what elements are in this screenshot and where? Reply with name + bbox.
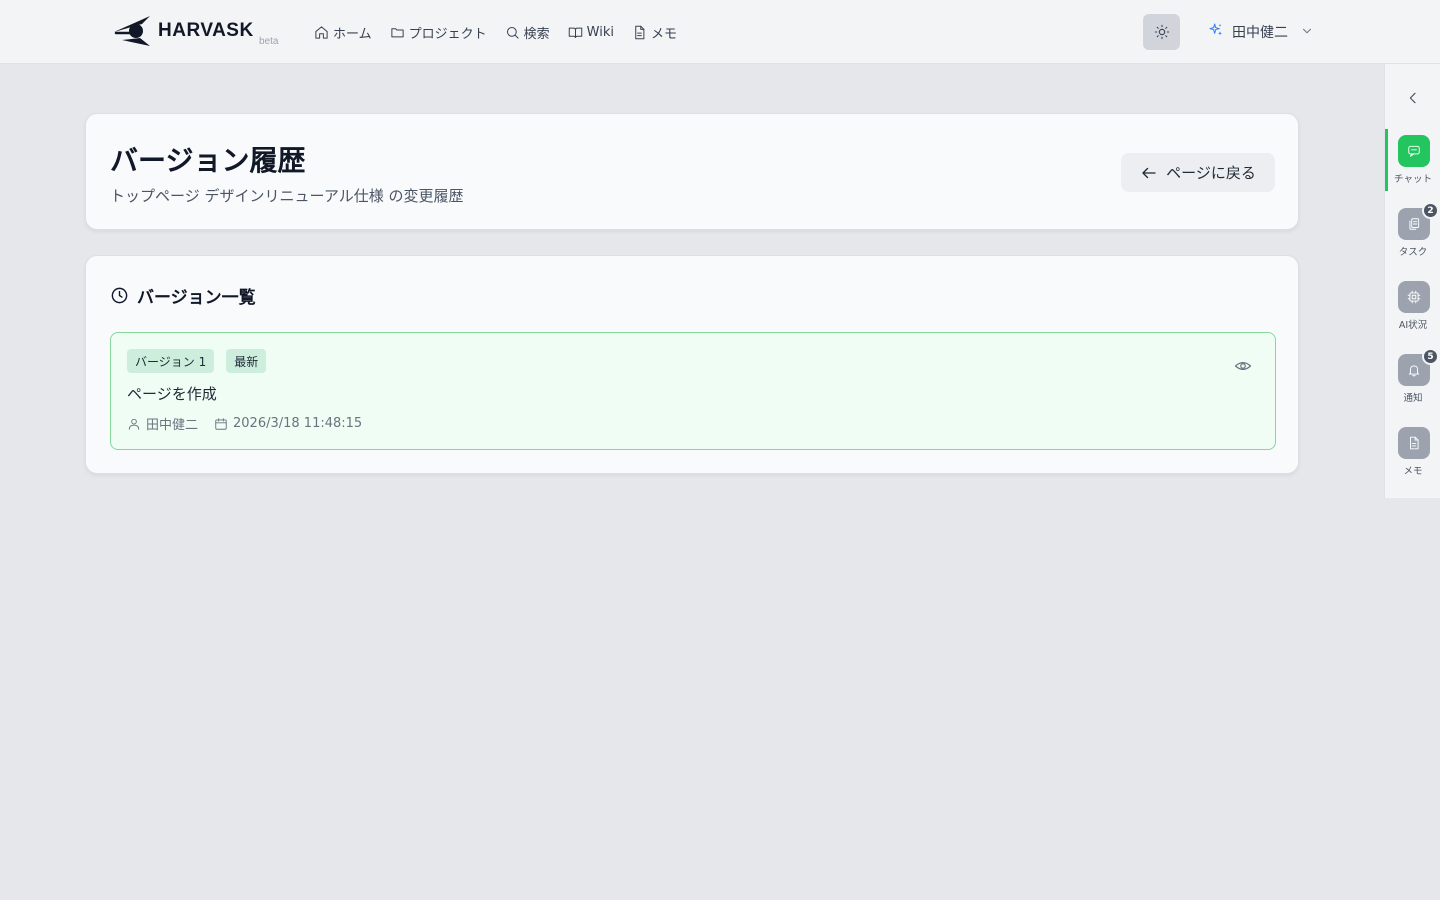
cpu-icon xyxy=(1398,281,1430,313)
section-title-label: バージョン一覧 xyxy=(137,288,256,308)
harvask-logo-icon xyxy=(114,16,150,46)
version-badges: バージョン 1 最新 xyxy=(127,349,267,373)
view-version-button[interactable] xyxy=(1234,357,1252,375)
page-header-card: バージョン履歴 トップページ デザインリニューアル仕様 の変更履歴 ページに戻る xyxy=(85,113,1299,230)
book-icon xyxy=(568,27,582,38)
user-name: 田中健二 xyxy=(1232,25,1288,41)
sidebar-item-notifications[interactable]: 5 通知 xyxy=(1385,348,1440,410)
top-navbar: HARVASK beta ホーム プロジェクト 検索 Wiki メモ 田中健二 xyxy=(0,0,1440,64)
nav-item-label: 検索 xyxy=(523,26,550,42)
main-nav: ホーム プロジェクト 検索 Wiki メモ xyxy=(314,0,677,64)
calendar-icon xyxy=(215,417,227,430)
nav-item-home[interactable]: ホーム xyxy=(314,23,372,42)
beta-tag: beta xyxy=(259,36,279,47)
collapse-sidebar-button[interactable] xyxy=(1405,90,1421,106)
version-number-badge: バージョン 1 xyxy=(127,349,215,373)
user-icon xyxy=(128,418,140,430)
nav-item-label: メモ xyxy=(650,26,677,42)
page-title: バージョン履歴 xyxy=(110,144,306,177)
author-name: 田中健二 xyxy=(146,418,199,433)
sidebar-item-chat[interactable]: チャット xyxy=(1385,129,1440,191)
sidebar-item-label: タスク xyxy=(1398,247,1428,258)
section-title: バージョン一覧 xyxy=(110,283,256,308)
sidebar-item-tasks[interactable]: 2 タスク xyxy=(1385,202,1440,264)
page-subtitle: トップページ デザインリニューアル仕様 の変更履歴 xyxy=(110,187,464,205)
nav-item-search[interactable]: 検索 xyxy=(505,23,550,42)
nav-item-wiki[interactable]: Wiki xyxy=(568,25,614,40)
chevron-down-icon xyxy=(1296,23,1314,42)
search-icon xyxy=(506,26,519,39)
home-icon xyxy=(315,25,328,39)
sparkles-icon xyxy=(1208,22,1224,42)
chat-icon xyxy=(1398,135,1430,167)
sidebar-item-memo[interactable]: メモ xyxy=(1385,421,1440,483)
back-to-page-button[interactable]: ページに戻る xyxy=(1121,153,1275,192)
nav-item-label: プロジェクト xyxy=(408,26,487,42)
arrow-left-icon xyxy=(1142,167,1156,178)
latest-badge: 最新 xyxy=(226,349,267,373)
version-meta: 田中健二 2026/3/18 11:48:15 xyxy=(127,414,362,433)
eye-icon xyxy=(1234,362,1252,370)
nav-item-label: Wiki xyxy=(586,24,614,40)
right-sidebar: チャット 2 タスク AI状況 5 通知 メモ xyxy=(1384,64,1440,498)
nav-item-memo[interactable]: メモ xyxy=(632,23,677,42)
sidebar-item-label: チャット xyxy=(1394,174,1432,185)
brand-logo[interactable]: HARVASK beta xyxy=(112,14,278,48)
clock-icon xyxy=(111,287,128,304)
version-list-card: バージョン一覧 バージョン 1 最新 ページを作成 田中健二 2026/3/18… xyxy=(85,255,1299,474)
back-button-label: ページに戻る xyxy=(1166,164,1256,182)
sidebar-item-label: メモ xyxy=(1403,466,1423,477)
brand-name: HARVASK xyxy=(158,20,254,41)
sidebar-item-label: AI状況 xyxy=(1398,320,1428,331)
version-item[interactable]: バージョン 1 最新 ページを作成 田中健二 2026/3/18 11:48:1… xyxy=(110,332,1276,450)
version-author: 田中健二 xyxy=(127,414,198,433)
nav-item-projects[interactable]: プロジェクト xyxy=(390,23,487,42)
file-text-icon xyxy=(635,25,645,39)
chevron-left-icon xyxy=(1409,92,1416,104)
user-menu[interactable]: 田中健二 xyxy=(1208,20,1314,44)
sidebar-item-ai-status[interactable]: AI状況 xyxy=(1385,275,1440,337)
sun-icon xyxy=(1154,24,1169,40)
notification-badge: 5 xyxy=(1422,348,1439,365)
folder-icon xyxy=(391,27,404,37)
version-date: 2026/3/18 11:48:15 xyxy=(214,416,362,431)
theme-toggle-button[interactable] xyxy=(1143,14,1180,50)
sidebar-item-label: 通知 xyxy=(1403,393,1423,404)
notification-badge: 2 xyxy=(1422,202,1439,219)
version-description: ページを作成 xyxy=(127,385,217,403)
nav-item-label: ホーム xyxy=(333,26,372,42)
timestamp: 2026/3/18 11:48:15 xyxy=(233,416,363,431)
file-text-icon xyxy=(1398,427,1430,459)
